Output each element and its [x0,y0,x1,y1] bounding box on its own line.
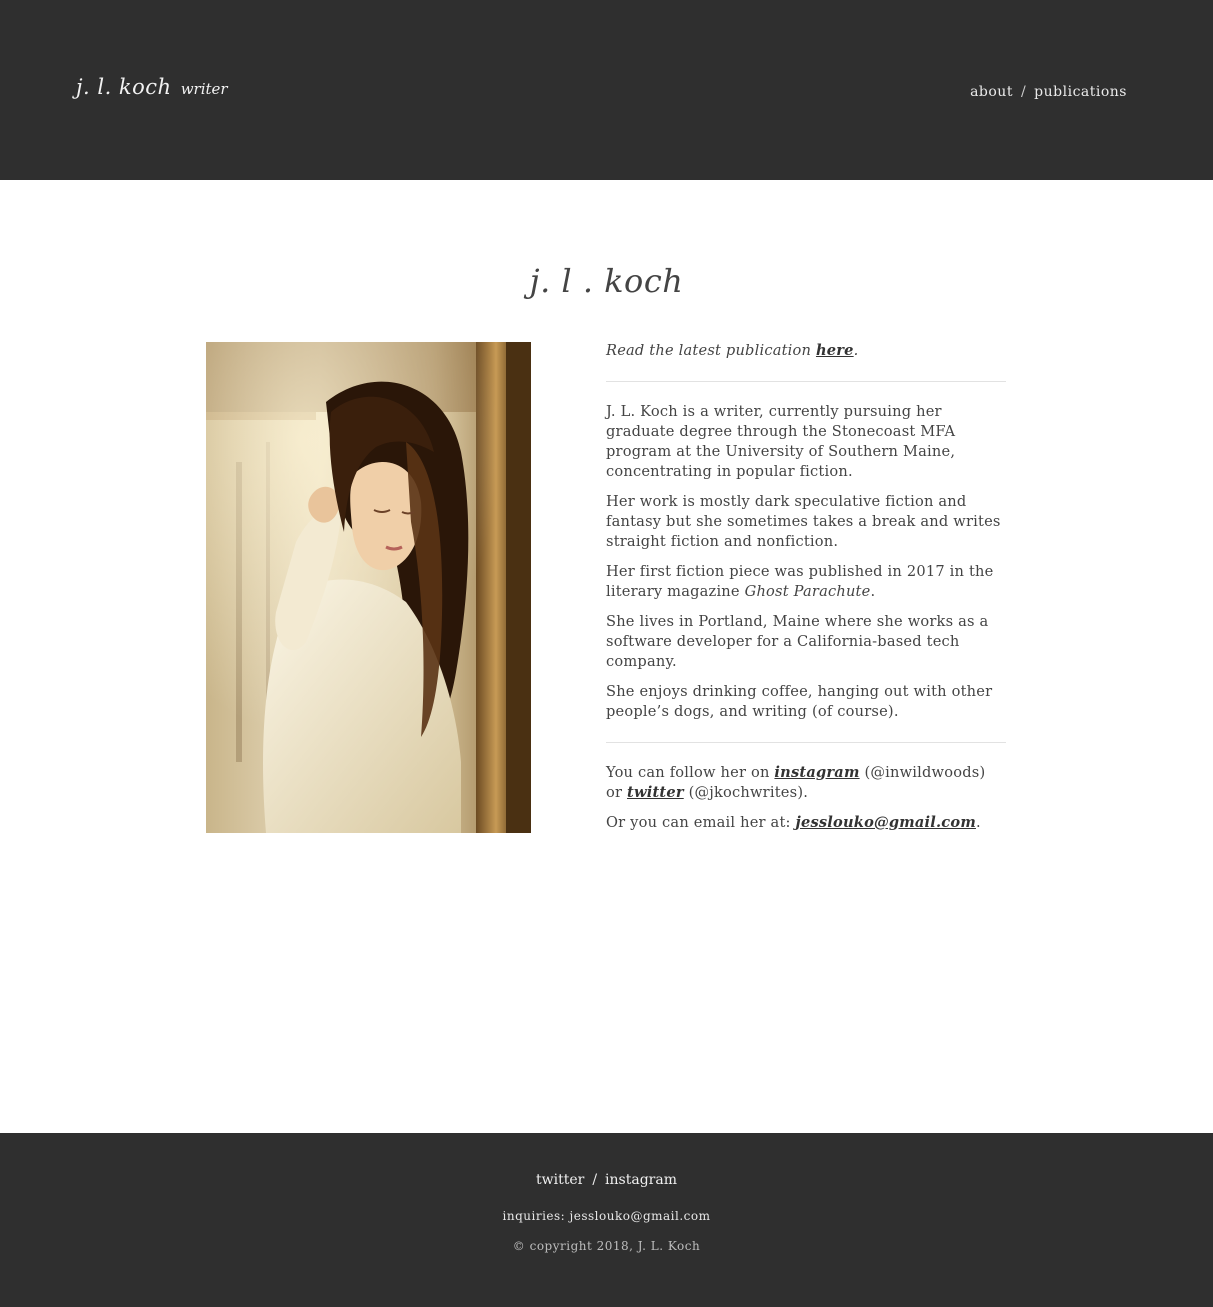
magazine-name: Ghost Parachute [744,583,871,600]
twitter-handle: (@jkochwrites). [688,784,809,801]
brand-home-link[interactable]: j. l. koch writer [76,75,228,99]
nav-about-link[interactable]: about [970,84,1013,100]
bio-paragraph: She enjoys drinking coffee, hanging out … [606,683,993,720]
instagram-handle: (@inwildwoods) [864,764,986,781]
follow-text: You can follow her on [606,764,770,781]
author-portrait [206,342,531,833]
footer-twitter-link[interactable]: twitter [536,1172,584,1188]
twitter-link[interactable]: twitter [627,784,684,801]
footer-links: twitter / instagram [0,1172,1213,1188]
divider [606,381,1006,382]
latest-publication-text: Read the latest publication [606,342,812,359]
main-nav: about / publications [970,84,1127,100]
site-footer: twitter / instagram inquiries: jesslouko@g… [0,1133,1213,1307]
email-text: Or you can email her at: [606,814,791,831]
bio-paragraph: She lives in Portland, Maine where she w… [606,613,989,670]
or-text: or [606,784,623,801]
brand-tagline: writer [180,80,228,98]
divider [606,742,1006,743]
brand-name: j. l. koch [76,75,172,99]
bio-paragraph-first-piece: Her first fiction piece was published in… [606,563,994,600]
bio-paragraph: J. L. Koch is a writer, currently pursui… [606,403,956,480]
nav-separator: / [1020,84,1027,100]
latest-publication-line: Read the latest publication here. [606,342,859,359]
footer-separator: / [592,1172,598,1188]
follow-line: You can follow her on instagram (@inwild… [606,763,1006,803]
bio-paragraph: Her work is mostly dark speculative fict… [606,493,1001,550]
instagram-link[interactable]: instagram [774,764,859,781]
author-portrait-image [206,342,531,833]
email-link[interactable]: jesslouko@gmail.com [796,814,976,831]
bio-content: Read the latest publication here. J. L. … [606,341,1006,843]
nav-publications-link[interactable]: publications [1034,84,1127,100]
footer-copyright: © copyright 2018, J. L. Koch [512,1239,701,1253]
site-header: j. l. koch writer about / publications [0,0,1213,180]
email-line: Or you can email her at: jesslouko@gmail… [606,814,981,831]
footer-inquiries: inquiries: jesslouko@gmail.com [502,1209,711,1223]
footer-instagram-link[interactable]: instagram [605,1172,677,1188]
page-title: j. l . koch [529,262,684,300]
latest-publication-link[interactable]: here [816,342,854,359]
